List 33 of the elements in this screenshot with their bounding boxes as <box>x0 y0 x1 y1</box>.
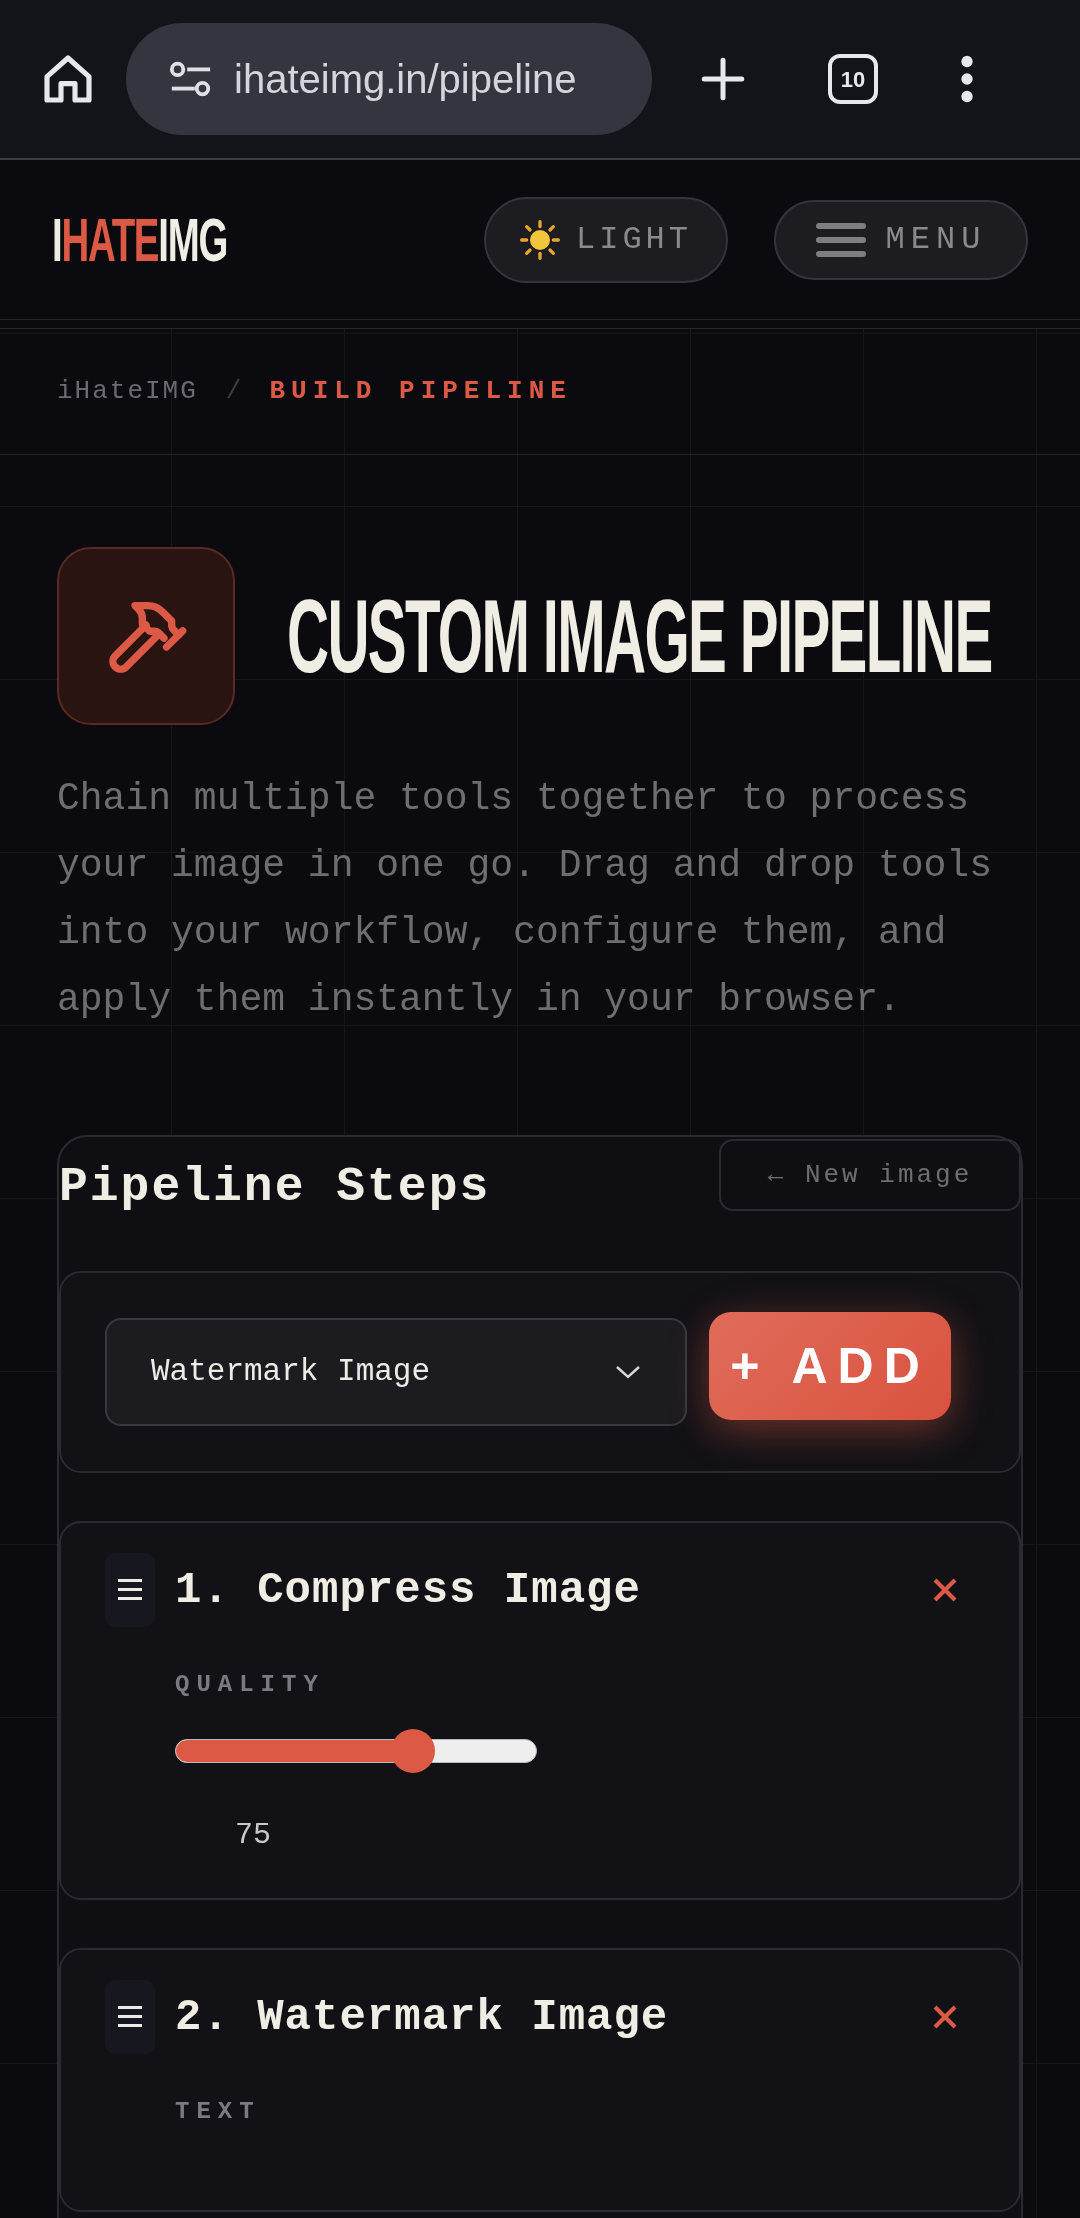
field-label: QUALITY <box>175 1670 326 1700</box>
breadcrumb-separator: / <box>225 375 242 408</box>
menu-button[interactable]: MENU <box>774 199 1028 280</box>
field-label: TEXT <box>175 2097 262 2127</box>
section-title: Pipeline Steps <box>59 1159 491 1216</box>
url-field[interactable]: ihateimg.in/pipeline <box>126 23 652 135</box>
theme-toggle-button[interactable]: LIGHT <box>484 196 728 283</box>
lines-icon <box>118 1579 142 1601</box>
url-text: ihateimg.in/pipeline <box>234 56 577 103</box>
close-icon[interactable] <box>933 1578 957 1602</box>
chevron-down-icon <box>615 1364 641 1380</box>
hammer-icon <box>57 547 235 725</box>
page-title: CUSTOM IMAGE PIPELINE <box>287 584 992 688</box>
step-title: 2. Watermark Image <box>175 1991 669 2044</box>
more-icon[interactable] <box>960 55 974 103</box>
lines-icon <box>118 2006 142 2028</box>
drag-handle[interactable] <box>105 1980 155 2054</box>
add-button[interactable]: + ADD <box>709 1312 951 1420</box>
logo[interactable]: IHATEIMG <box>52 209 252 270</box>
step-title: 1. Compress Image <box>175 1564 641 1617</box>
page-description: Chain multiple tools together to process your image in one go. Drag and drop tools into your workflow, configure them, and apply them instantly in your browser. <box>57 776 993 1023</box>
close-icon[interactable] <box>933 2005 957 2029</box>
drag-handle[interactable] <box>105 1553 155 1627</box>
breadcrumb-link[interactable]: BUILD PIPELINE <box>269 372 572 411</box>
sun-icon <box>520 219 560 260</box>
menu-icon <box>815 222 866 257</box>
quality-slider[interactable] <box>175 1729 537 1773</box>
breadcrumb-link[interactable]: iHateIMG <box>57 372 198 411</box>
slider-value: 75 <box>235 1817 272 1854</box>
tool-select[interactable]: Watermark Image <box>105 1318 687 1426</box>
tab-count[interactable]: 10 <box>828 54 878 104</box>
slider-thumb[interactable] <box>391 1729 436 1773</box>
new-image-button[interactable]: ← New image <box>719 1139 1021 1211</box>
